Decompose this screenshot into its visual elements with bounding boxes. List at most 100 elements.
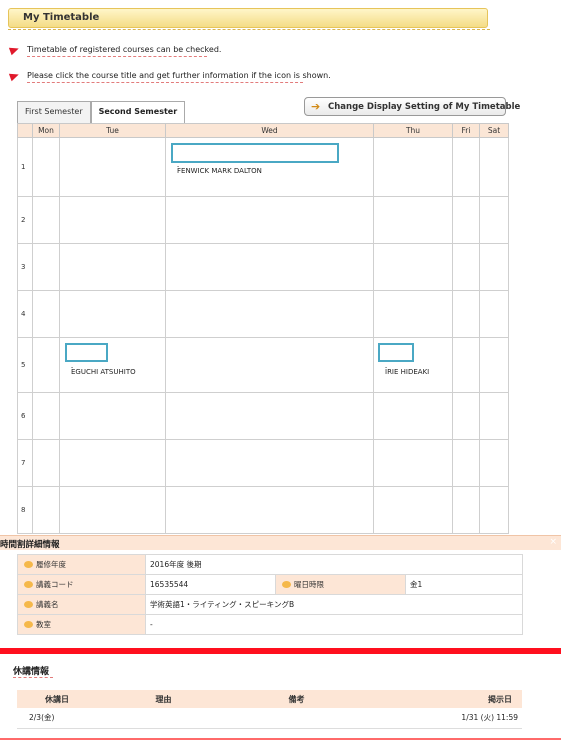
period-row: 8	[17, 486, 509, 534]
slot-cell	[32, 196, 60, 244]
detail-row: 履修年度 2016年度 後期	[17, 554, 523, 575]
period-row: 5 - EGUCHI ATSUHITO - IRIE HIDEAKI	[17, 337, 509, 393]
slot-cell	[373, 137, 453, 197]
day-header: Thu	[373, 123, 453, 138]
notice-underline	[27, 56, 207, 57]
bullet-icon	[24, 581, 33, 588]
slot-cell	[452, 486, 480, 534]
cancellation-section-title: 休講情報	[13, 667, 50, 677]
day-header: Mon	[32, 123, 60, 138]
slot-cell	[59, 290, 166, 338]
detail-value: 金1	[405, 574, 523, 595]
slot-cell	[452, 137, 480, 197]
slot-cell	[479, 439, 509, 487]
period-row: 3	[17, 243, 509, 291]
slot-cell: - IRIE HIDEAKI	[373, 337, 453, 393]
detail-value: 学術英語1・ライティング・スピーキングB	[145, 594, 523, 615]
bullet-icon	[24, 621, 33, 628]
slot-cell	[32, 137, 60, 197]
column-header: 備考	[230, 690, 363, 708]
close-icon[interactable]: ×	[549, 537, 557, 547]
period-row: 6	[17, 392, 509, 440]
slot-cell	[479, 243, 509, 291]
slot-cell	[32, 243, 60, 291]
slot-cell	[32, 486, 60, 534]
timetable-header-row: Mon Tue Wed Thu Fri Sat	[17, 123, 509, 138]
detail-row: 講義コード 16535544 曜日時限 金1	[17, 574, 523, 595]
course-marker: -	[385, 364, 388, 371]
slot-cell	[32, 392, 60, 440]
slot-cell	[479, 486, 509, 534]
detail-value: 2016年度 後期	[145, 554, 523, 575]
period-label: 3	[17, 243, 33, 291]
slot-cell	[59, 196, 166, 244]
slot-cell	[452, 439, 480, 487]
column-header: 休講日	[17, 690, 97, 708]
slot-cell	[373, 196, 453, 244]
slot-cell	[59, 392, 166, 440]
period-row: 2	[17, 196, 509, 244]
slot-cell	[479, 290, 509, 338]
bullet-icon	[282, 581, 291, 588]
slot-cell	[373, 392, 453, 440]
course-title-link[interactable]	[378, 343, 414, 362]
column-header: 掲示日	[363, 690, 522, 708]
slot-cell	[32, 439, 60, 487]
slot-cell: - FENWICK MARK DALTON	[165, 137, 374, 197]
slot-cell	[479, 196, 509, 244]
course-marker: -	[71, 364, 74, 371]
slot-cell	[452, 337, 480, 393]
detail-label: 講義名	[17, 594, 146, 615]
timetable: Mon Tue Wed Thu Fri Sat 1 - FENWICK MARK …	[17, 123, 509, 534]
cancel-note	[230, 708, 363, 729]
day-header: Tue	[59, 123, 166, 138]
header-divider	[8, 29, 490, 30]
slot-cell	[479, 337, 509, 393]
detail-dialog-title: 時間割詳細情報	[0, 540, 60, 550]
red-divider	[0, 648, 561, 654]
day-header: Sat	[479, 123, 509, 138]
period-label: 6	[17, 392, 33, 440]
detail-label: 履修年度	[17, 554, 146, 575]
course-teacher: - FENWICK MARK DALTON	[177, 163, 262, 175]
slot-cell	[373, 486, 453, 534]
change-display-setting-button[interactable]: ➔ Change Display Setting of My Timetable	[304, 97, 520, 116]
tab-first-semester[interactable]: First Semester	[17, 101, 91, 123]
slot-cell	[479, 137, 509, 197]
slot-cell	[59, 137, 166, 197]
slot-cell	[373, 290, 453, 338]
notice-text: Please click the course title and get fu…	[27, 71, 331, 80]
page-header: My Timetable	[8, 8, 488, 28]
table-row: 2/3(金) 1/31 (火) 11:59	[17, 708, 522, 729]
day-header: Fri	[452, 123, 480, 138]
bullet-icon	[24, 601, 33, 608]
slot-cell	[165, 196, 374, 244]
detail-dialog-titlebar: 時間割詳細情報 ×	[0, 535, 561, 550]
slot-cell	[452, 290, 480, 338]
red-flag-icon	[8, 70, 21, 82]
page-title: My Timetable	[23, 12, 100, 23]
detail-value: -	[145, 614, 523, 635]
slot-cell	[32, 290, 60, 338]
course-marker: -	[177, 163, 180, 170]
slot-cell	[479, 392, 509, 440]
section-underline	[13, 677, 53, 678]
detail-row: 教室 -	[17, 614, 523, 635]
period-row: 1 - FENWICK MARK DALTON	[17, 137, 509, 197]
detail-value: 16535544	[145, 574, 276, 595]
tab-second-semester[interactable]: Second Semester	[90, 101, 186, 123]
period-label: 2	[17, 196, 33, 244]
slot-cell	[32, 337, 60, 393]
posted-date: 1/31 (火) 11:59	[363, 708, 522, 729]
red-flag-icon	[8, 44, 21, 56]
course-title-link[interactable]	[171, 143, 339, 163]
bottom-divider	[0, 738, 561, 740]
slot-cell: - EGUCHI ATSUHITO	[59, 337, 166, 393]
arrow-right-icon: ➔	[311, 100, 321, 113]
slot-cell	[165, 337, 374, 393]
course-title-link[interactable]	[65, 343, 108, 362]
detail-row: 講義名 学術英語1・ライティング・スピーキングB	[17, 594, 523, 615]
slot-cell	[452, 392, 480, 440]
slot-cell	[165, 439, 374, 487]
column-header: 理由	[97, 690, 230, 708]
